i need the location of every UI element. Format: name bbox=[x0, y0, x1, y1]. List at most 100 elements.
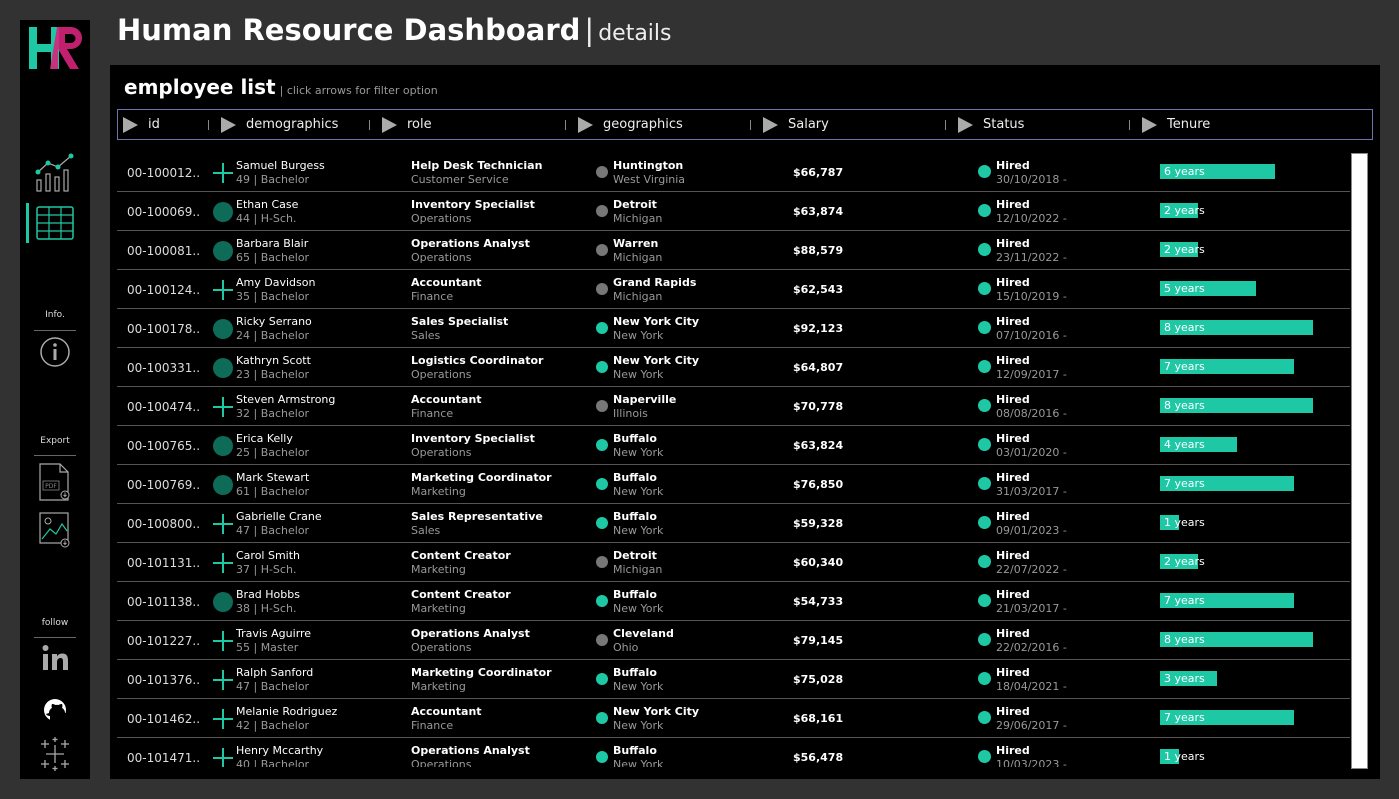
location-dot-icon bbox=[596, 244, 608, 256]
employee-name: Ralph Sanford bbox=[236, 666, 314, 679]
table-row[interactable]: 00-100069.. Ethan Case 44 | H-Sch. Inventor… bbox=[117, 192, 1350, 231]
filter-arrow-icon[interactable] bbox=[578, 116, 593, 133]
table-row[interactable]: 00-101462.. Melanie Rodriguez 42 | Bachelo… bbox=[117, 699, 1350, 738]
page-title: Human Resource Dashboard | details bbox=[117, 13, 671, 47]
table-row[interactable]: 00-100331.. Kathryn Scott 23 | Bachelor Log… bbox=[117, 348, 1350, 387]
tableau-icon[interactable] bbox=[34, 733, 76, 775]
table-row[interactable]: 00-100124.. Amy Davidson 35 | Bachelor Acco… bbox=[117, 270, 1350, 309]
employee-demographics: Henry Mccarthy 40 | Bachelor bbox=[236, 744, 323, 767]
table-grid-icon[interactable] bbox=[34, 203, 76, 245]
state: New York bbox=[613, 680, 664, 693]
employee-age-education: 23 | Bachelor bbox=[236, 368, 310, 381]
column-header-role[interactable]: role bbox=[382, 110, 432, 139]
state: Michigan bbox=[613, 212, 663, 225]
employee-location: Buffalo New York bbox=[613, 744, 663, 767]
image-export-icon[interactable] bbox=[34, 509, 76, 551]
location-dot-icon bbox=[596, 556, 608, 568]
filter-arrow-icon[interactable] bbox=[382, 116, 397, 133]
table-row[interactable]: 00-101471.. Henry Mccarthy 40 | Bachelor Op… bbox=[117, 738, 1350, 767]
tenure-bar: 6 years bbox=[1160, 164, 1330, 179]
table-row[interactable]: 00-101376.. Ralph Sanford 47 | Bachelor Mar… bbox=[117, 660, 1350, 699]
status-dot-icon bbox=[978, 282, 991, 295]
overview-chart-icon[interactable] bbox=[34, 152, 76, 194]
role-title: Content Creator bbox=[411, 549, 511, 562]
city: Buffalo bbox=[613, 432, 657, 445]
column-header-id[interactable]: id bbox=[123, 110, 160, 139]
state: New York bbox=[613, 329, 664, 342]
github-icon[interactable] bbox=[34, 690, 76, 732]
column-header-demographics[interactable]: demographics bbox=[221, 110, 338, 139]
add-icon bbox=[213, 397, 233, 417]
state: New York bbox=[613, 524, 664, 537]
column-divider bbox=[565, 120, 566, 130]
filter-arrow-icon[interactable] bbox=[1142, 116, 1157, 133]
filter-arrow-icon[interactable] bbox=[221, 116, 236, 133]
employee-age-education: 47 | Bachelor bbox=[236, 680, 310, 693]
tenure-bar: 8 years bbox=[1160, 398, 1330, 413]
table-row[interactable]: 00-101227.. Travis Aguirre 55 | Master Oper… bbox=[117, 621, 1350, 660]
column-header-status[interactable]: Status bbox=[958, 110, 1024, 139]
city: Detroit bbox=[613, 198, 657, 211]
table-row[interactable]: 00-100178.. Ricky Serrano 24 | Bachelor Sal… bbox=[117, 309, 1350, 348]
filter-arrow-icon[interactable] bbox=[763, 116, 778, 133]
column-label: role bbox=[407, 117, 432, 132]
hire-date: 21/03/2017 - bbox=[996, 602, 1067, 615]
table-row[interactable]: 00-100081.. Barbara Blair 65 | Bachelor Ope… bbox=[117, 231, 1350, 270]
state: New York bbox=[613, 368, 664, 381]
status-text: Hired bbox=[996, 159, 1030, 172]
role-title: Sales Representative bbox=[411, 510, 543, 523]
state: Michigan bbox=[613, 290, 663, 303]
column-header-salary[interactable]: Salary bbox=[763, 110, 829, 139]
status-text: Hired bbox=[996, 393, 1030, 406]
location-dot-icon bbox=[596, 400, 608, 412]
employee-name: Gabrielle Crane bbox=[236, 510, 322, 523]
panel-title-text: employee list bbox=[124, 75, 276, 99]
linkedin-icon[interactable] bbox=[34, 640, 76, 682]
tenure-label: 1 years bbox=[1164, 750, 1205, 763]
city: Buffalo bbox=[613, 744, 657, 757]
table-row[interactable]: 00-101131.. Carol Smith 37 | H-Sch. Content… bbox=[117, 543, 1350, 582]
status-text: Hired bbox=[996, 666, 1030, 679]
table-row[interactable]: 00-101138.. Brad Hobbs 38 | H-Sch. Content … bbox=[117, 582, 1350, 621]
table-row[interactable]: 00-100800.. Gabrielle Crane 47 | Bachelor S… bbox=[117, 504, 1350, 543]
hire-date: 03/01/2020 - bbox=[996, 446, 1067, 459]
employee-name: Travis Aguirre bbox=[236, 627, 312, 640]
role-title: Accountant bbox=[411, 276, 482, 289]
table-row[interactable]: 00-100474.. Steven Armstrong 32 | Bachelor… bbox=[117, 387, 1350, 426]
export-divider bbox=[34, 455, 76, 456]
filter-arrow-icon[interactable] bbox=[958, 116, 973, 133]
info-icon[interactable] bbox=[34, 332, 76, 374]
role-title: Content Creator bbox=[411, 588, 511, 601]
status-text: Hired bbox=[996, 510, 1030, 523]
department: Marketing bbox=[411, 485, 466, 498]
vertical-scrollbar[interactable] bbox=[1351, 153, 1368, 769]
tenure-bar: 2 years bbox=[1160, 554, 1330, 569]
status-dot-icon bbox=[978, 555, 991, 568]
employee-name: Ethan Case bbox=[236, 198, 299, 211]
table-row[interactable]: 00-100765.. Erica Kelly 25 | Bachelor Inven… bbox=[117, 426, 1350, 465]
table-row[interactable]: 00-100012.. Samuel Burgess 49 | Bachelor He… bbox=[117, 153, 1350, 192]
page-title-main: Human Resource Dashboard bbox=[117, 13, 581, 47]
status-dot-icon bbox=[978, 672, 991, 685]
avatar bbox=[213, 358, 233, 378]
location-dot-icon bbox=[596, 517, 608, 529]
page-subtitle: details bbox=[598, 21, 672, 46]
city: Buffalo bbox=[613, 666, 657, 679]
status-dot-icon bbox=[978, 438, 991, 451]
tenure-bar: 8 years bbox=[1160, 320, 1330, 335]
table-row[interactable]: 00-100769.. Mark Stewart 61 | Bachelor Mark… bbox=[117, 465, 1350, 504]
tenure-bar: 3 years bbox=[1160, 671, 1330, 686]
avatar bbox=[213, 592, 233, 612]
column-header-geographics[interactable]: geographics bbox=[578, 110, 683, 139]
status-text: Hired bbox=[996, 744, 1030, 757]
state: New York bbox=[613, 719, 664, 732]
role-title: Sales Specialist bbox=[411, 315, 509, 328]
status-dot-icon bbox=[978, 594, 991, 607]
hire-date: 07/10/2016 - bbox=[996, 329, 1067, 342]
column-header-tenure[interactable]: Tenure bbox=[1142, 110, 1210, 139]
employee-age-education: 32 | Bachelor bbox=[236, 407, 310, 420]
filter-arrow-icon[interactable] bbox=[123, 116, 138, 133]
pdf-export-icon[interactable]: PDF bbox=[34, 461, 76, 503]
tenure-label: 2 years bbox=[1164, 243, 1205, 256]
column-divider bbox=[945, 120, 946, 130]
